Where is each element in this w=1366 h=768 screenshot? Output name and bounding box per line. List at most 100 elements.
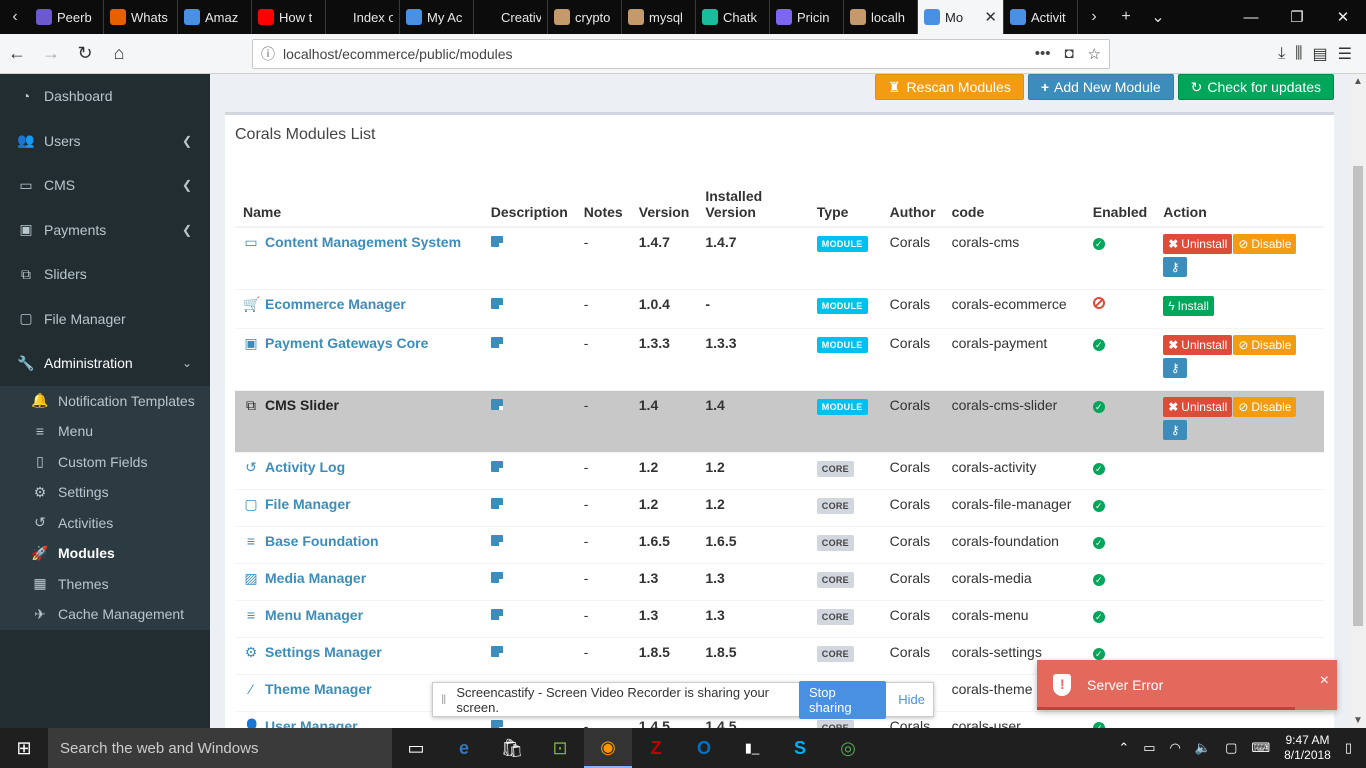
sidebar-item-payments[interactable]: ▣ Payments ❮ [0, 208, 210, 253]
browser-tab[interactable]: My Ac [400, 0, 474, 34]
sidebar-subitem-custom-fields[interactable]: ▯ Custom Fields [0, 447, 210, 478]
sidebar-subitem-settings[interactable]: ⚙ Settings [0, 477, 210, 508]
uninstall-button[interactable]: ✖ Uninstall [1163, 234, 1233, 254]
hide-share-link[interactable]: Hide [898, 692, 925, 707]
sticky-note-icon[interactable] [490, 297, 503, 309]
filezilla-icon[interactable]: Z [632, 728, 680, 768]
browser-tab[interactable]: localh [844, 0, 918, 34]
page-scrollbar[interactable]: ▲ ▼ [1350, 74, 1366, 728]
bookmark-star-icon[interactable]: ☆ [1088, 45, 1101, 63]
forward-icon[interactable]: → [34, 37, 68, 71]
back-icon[interactable]: ← [0, 37, 34, 71]
module-name-link[interactable]: Ecommerce Manager [265, 296, 406, 312]
sidebar-subitem-activities[interactable]: ↺ Activities [0, 508, 210, 539]
taskbar-search[interactable]: Search the web and Windows [48, 728, 392, 768]
sidebar-subitem-notification-templates[interactable]: 🔔 Notification Templates [0, 386, 210, 417]
module-name-link[interactable]: Theme Manager [265, 681, 372, 697]
sticky-note-icon[interactable] [490, 608, 503, 620]
uninstall-button[interactable]: ✖ Uninstall [1163, 396, 1233, 417]
sidebar-item-sliders[interactable]: ⧉ Sliders [0, 252, 210, 297]
check-updates-button[interactable]: ↻ Check for updates [1177, 74, 1334, 100]
url-bar[interactable]: ⓘ localhost/ecommerce/public/modules •••… [252, 39, 1110, 69]
configure-button[interactable]: ⚷ [1163, 357, 1188, 378]
disable-button[interactable]: ⊘ Disable [1233, 234, 1297, 254]
sidebar-subitem-menu[interactable]: ≡ Menu [0, 416, 210, 447]
disable-button[interactable]: ⊘ Disable [1233, 396, 1297, 417]
module-name-cell[interactable]: 🛒 Ecommerce Manager [235, 288, 483, 328]
sticky-note-icon[interactable] [490, 398, 503, 410]
module-name-cell[interactable]: ⧉ CMS Slider [235, 389, 483, 452]
library-icon[interactable]: ⫼ [1295, 45, 1302, 63]
module-name-link[interactable]: Settings Manager [265, 644, 382, 660]
module-name-cell[interactable]: ≡ Base Foundation [235, 525, 483, 563]
sidebar-subitem-themes[interactable]: ▦ Themes [0, 569, 210, 600]
module-name-cell[interactable]: ▢ File Manager [235, 488, 483, 526]
sidebar-item-cms[interactable]: ▭ CMS ❮ [0, 163, 210, 208]
module-name-cell[interactable]: ▭ Content Management System [235, 226, 483, 289]
module-name-link[interactable]: Content Management System [265, 234, 461, 250]
home-icon[interactable]: ⌂ [102, 37, 136, 71]
sticky-note-icon[interactable] [490, 719, 503, 728]
store-icon[interactable]: 🛍 [488, 728, 536, 768]
sidebar-item-dashboard[interactable]: ◔ Dashboard [0, 74, 210, 119]
scroll-down-icon[interactable]: ▼ [1353, 715, 1363, 726]
module-name-cell[interactable]: ▣ Payment Gateways Core [235, 327, 483, 390]
pocket-icon[interactable]: ◘ [1064, 45, 1073, 63]
module-name-cell[interactable]: ▨ Media Manager [235, 562, 483, 600]
edge-icon[interactable]: e [440, 728, 488, 768]
firefox-icon[interactable]: ◉ [584, 728, 632, 768]
volume-icon[interactable]: 🔈 [1195, 740, 1211, 756]
module-name-link[interactable]: Base Foundation [265, 533, 379, 549]
windows-start-icon[interactable]: ⊞ [0, 728, 48, 768]
clock[interactable]: 9:47 AM 8/1/2018 [1284, 733, 1331, 763]
task-view-icon[interactable]: ▭ [392, 728, 440, 768]
tray-expand-icon[interactable]: ⌃ [1118, 740, 1129, 756]
url-text[interactable]: localhost/ecommerce/public/modules [283, 46, 513, 62]
browser-tab[interactable]: Pricin [770, 0, 844, 34]
page-actions-icon[interactable]: ••• [1035, 45, 1051, 63]
terminal-icon[interactable]: ▮_ [728, 728, 776, 768]
notifications-icon[interactable]: ▯ [1345, 740, 1352, 756]
browser-tab[interactable]: Whats [104, 0, 178, 34]
scroll-up-icon[interactable]: ▲ [1353, 76, 1363, 87]
browser-tab[interactable]: Index of / [326, 0, 400, 34]
tab-list-icon[interactable]: ⌄ [1142, 0, 1174, 34]
module-name-link[interactable]: File Manager [265, 496, 351, 512]
sticky-note-icon[interactable] [490, 460, 503, 472]
rescan-modules-button[interactable]: ♜ Rescan Modules [874, 74, 1024, 100]
new-tab-icon[interactable]: + [1110, 0, 1142, 34]
browser-tab[interactable]: mysql [622, 0, 696, 34]
toast-close-icon[interactable]: × [1320, 672, 1329, 690]
sticky-note-icon[interactable] [490, 534, 503, 546]
reload-icon[interactable]: ↻ [68, 37, 102, 71]
sidebar-subitem-cache-management[interactable]: ✈ Cache Management [0, 599, 210, 630]
module-name-link[interactable]: Activity Log [265, 459, 345, 475]
scroll-thumb[interactable] [1353, 166, 1363, 626]
downloads-icon[interactable]: ⤓ [1278, 45, 1285, 63]
module-name-link[interactable]: Media Manager [265, 570, 366, 586]
tabs-scroll-left-icon[interactable]: ‹ [0, 0, 30, 34]
browser-tab[interactable]: How t [252, 0, 326, 34]
sidebar-subitem-modules[interactable]: 🚀 Modules [0, 538, 210, 569]
tab-close-icon[interactable]: ✕ [984, 8, 997, 26]
browser-tab[interactable]: Activit [1004, 0, 1078, 34]
skype-icon[interactable]: S [776, 728, 824, 768]
restore-icon[interactable]: ❐ [1274, 0, 1320, 34]
stop-sharing-button[interactable]: Stop sharing [799, 680, 887, 719]
tabs-scroll-right-icon[interactable]: › [1078, 0, 1110, 34]
configure-button[interactable]: ⚷ [1163, 419, 1188, 440]
menu-icon[interactable]: ☰ [1338, 44, 1352, 64]
sticky-note-icon[interactable] [490, 571, 503, 583]
sidebar-toggle-icon[interactable]: ▤ [1313, 44, 1328, 64]
install-button[interactable]: ϟ Install [1163, 295, 1214, 316]
sticky-note-icon[interactable] [490, 336, 503, 348]
browser-tab[interactable]: crypto [548, 0, 622, 34]
minimize-icon[interactable]: — [1228, 0, 1274, 34]
action-center-icon[interactable]: ▢ [1225, 740, 1237, 756]
browser-tab[interactable]: Peerb [30, 0, 104, 34]
sticky-note-icon[interactable] [490, 645, 503, 657]
module-name-cell[interactable]: ⚙ Settings Manager [235, 636, 483, 674]
keyboard-icon[interactable]: ⌨ [1251, 740, 1270, 756]
chrome-icon[interactable]: ◎ [824, 728, 872, 768]
module-name-link[interactable]: Payment Gateways Core [265, 335, 428, 351]
